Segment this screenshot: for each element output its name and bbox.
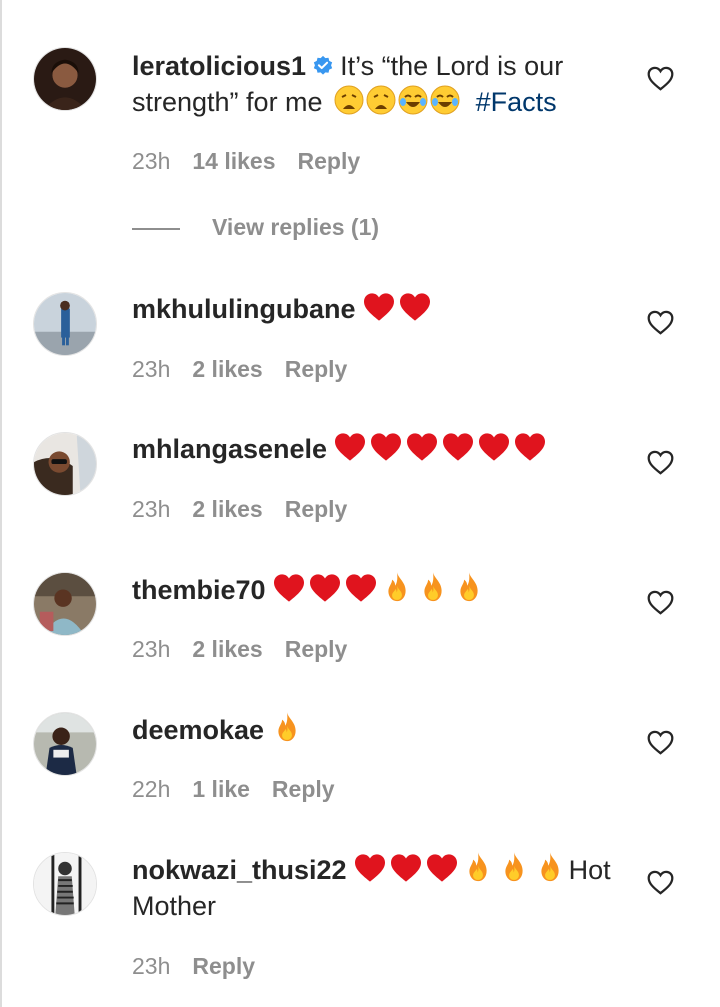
reply-button[interactable]: Reply [272,776,335,802]
fire-emoji-icon [423,572,442,602]
username[interactable]: mkhululingubane [132,294,356,324]
comment-meta: 23h 14 likes Reply [132,148,360,175]
comment-body: It’s “the Lord is our [340,51,564,81]
red-heart-emoji-icon [390,854,421,882]
comment-time: 23h [132,356,171,382]
red-heart-emoji-icon [371,433,402,461]
comment-meta: 23h 2 likes Reply [132,636,347,663]
heart-outline-icon[interactable] [647,870,674,895]
red-heart-emoji-icon [354,854,385,882]
tears-of-joy-emoji-icon [398,85,428,115]
red-heart-emoji-icon [399,293,430,321]
red-heart-emoji-icon [426,854,457,882]
fire-emoji-icon [387,572,406,602]
comment-time: 23h [132,953,171,979]
heart-outline-icon[interactable] [647,730,674,755]
frame-edge [0,0,2,1007]
comment-text: leratolicious1 It’s “the Lord is our stre… [132,48,622,120]
heart-outline-icon[interactable] [647,450,674,475]
view-replies-label: View replies (1) [212,214,380,240]
reply-button[interactable]: Reply [298,148,361,174]
weary-face-emoji-icon [366,85,396,115]
username[interactable]: deemokae [132,715,264,745]
weary-face-emoji-icon [334,85,364,115]
avatar[interactable] [33,432,97,496]
divider-line [132,228,180,230]
comment-text: thembie70 [132,571,622,608]
verified-badge-icon [313,55,333,75]
comment-time: 23h [132,148,171,174]
username[interactable]: thembie70 [132,575,266,605]
avatar[interactable] [33,572,97,636]
red-heart-emoji-icon [407,433,438,461]
username[interactable]: mhlangasenele [132,434,327,464]
comment-time: 23h [132,496,171,522]
avatar[interactable] [33,852,97,916]
reply-button[interactable]: Reply [285,356,348,382]
red-heart-emoji-icon [479,433,510,461]
fire-emoji-icon [468,852,487,882]
heart-outline-icon[interactable] [647,66,674,91]
heart-outline-icon[interactable] [647,590,674,615]
comment-meta: 22h 1 like Reply [132,776,335,803]
likes-count[interactable]: 2 likes [192,496,262,522]
red-heart-emoji-icon [309,574,340,602]
comment-time: 23h [132,636,171,662]
comment-meta: 23h 2 likes Reply [132,496,347,523]
likes-count[interactable]: 14 likes [192,148,275,174]
reply-button[interactable]: Reply [192,953,255,979]
comment-body: Hot [568,855,611,885]
red-heart-emoji-icon [345,574,376,602]
red-heart-emoji-icon [335,433,366,461]
red-heart-emoji-icon [363,293,394,321]
likes-count[interactable]: 2 likes [192,356,262,382]
username[interactable]: leratolicious1 [132,51,306,81]
comment-body-2: Mother [132,891,217,921]
red-heart-emoji-icon [273,574,304,602]
red-heart-emoji-icon [515,433,546,461]
reply-button[interactable]: Reply [285,636,348,662]
fire-emoji-icon [459,572,478,602]
avatar[interactable] [33,292,97,356]
comment-body-2: strength” for me [132,87,323,117]
comment-text: mhlangasenele [132,431,622,467]
comment-text: nokwazi_thusi22 Hot Mother [132,851,622,924]
fire-emoji-icon [504,852,523,882]
reply-button[interactable]: Reply [285,496,348,522]
username[interactable]: nokwazi_thusi22 [132,855,347,885]
comment-text: mkhululingubane [132,291,622,327]
fire-emoji-icon [278,712,296,742]
comment-time: 22h [132,776,171,802]
fire-emoji-icon [540,852,559,882]
likes-count[interactable]: 1 like [192,776,250,802]
heart-outline-icon[interactable] [647,310,674,335]
avatar[interactable] [33,47,97,111]
likes-count[interactable]: 2 likes [192,636,262,662]
hashtag-link[interactable]: #Facts [476,87,557,117]
avatar[interactable] [33,712,97,776]
red-heart-emoji-icon [443,433,474,461]
comment-text: deemokae [132,711,622,748]
comment-meta: 23h 2 likes Reply [132,356,347,383]
tears-of-joy-emoji-icon [430,85,460,115]
comment-meta: 23h Reply [132,953,255,980]
